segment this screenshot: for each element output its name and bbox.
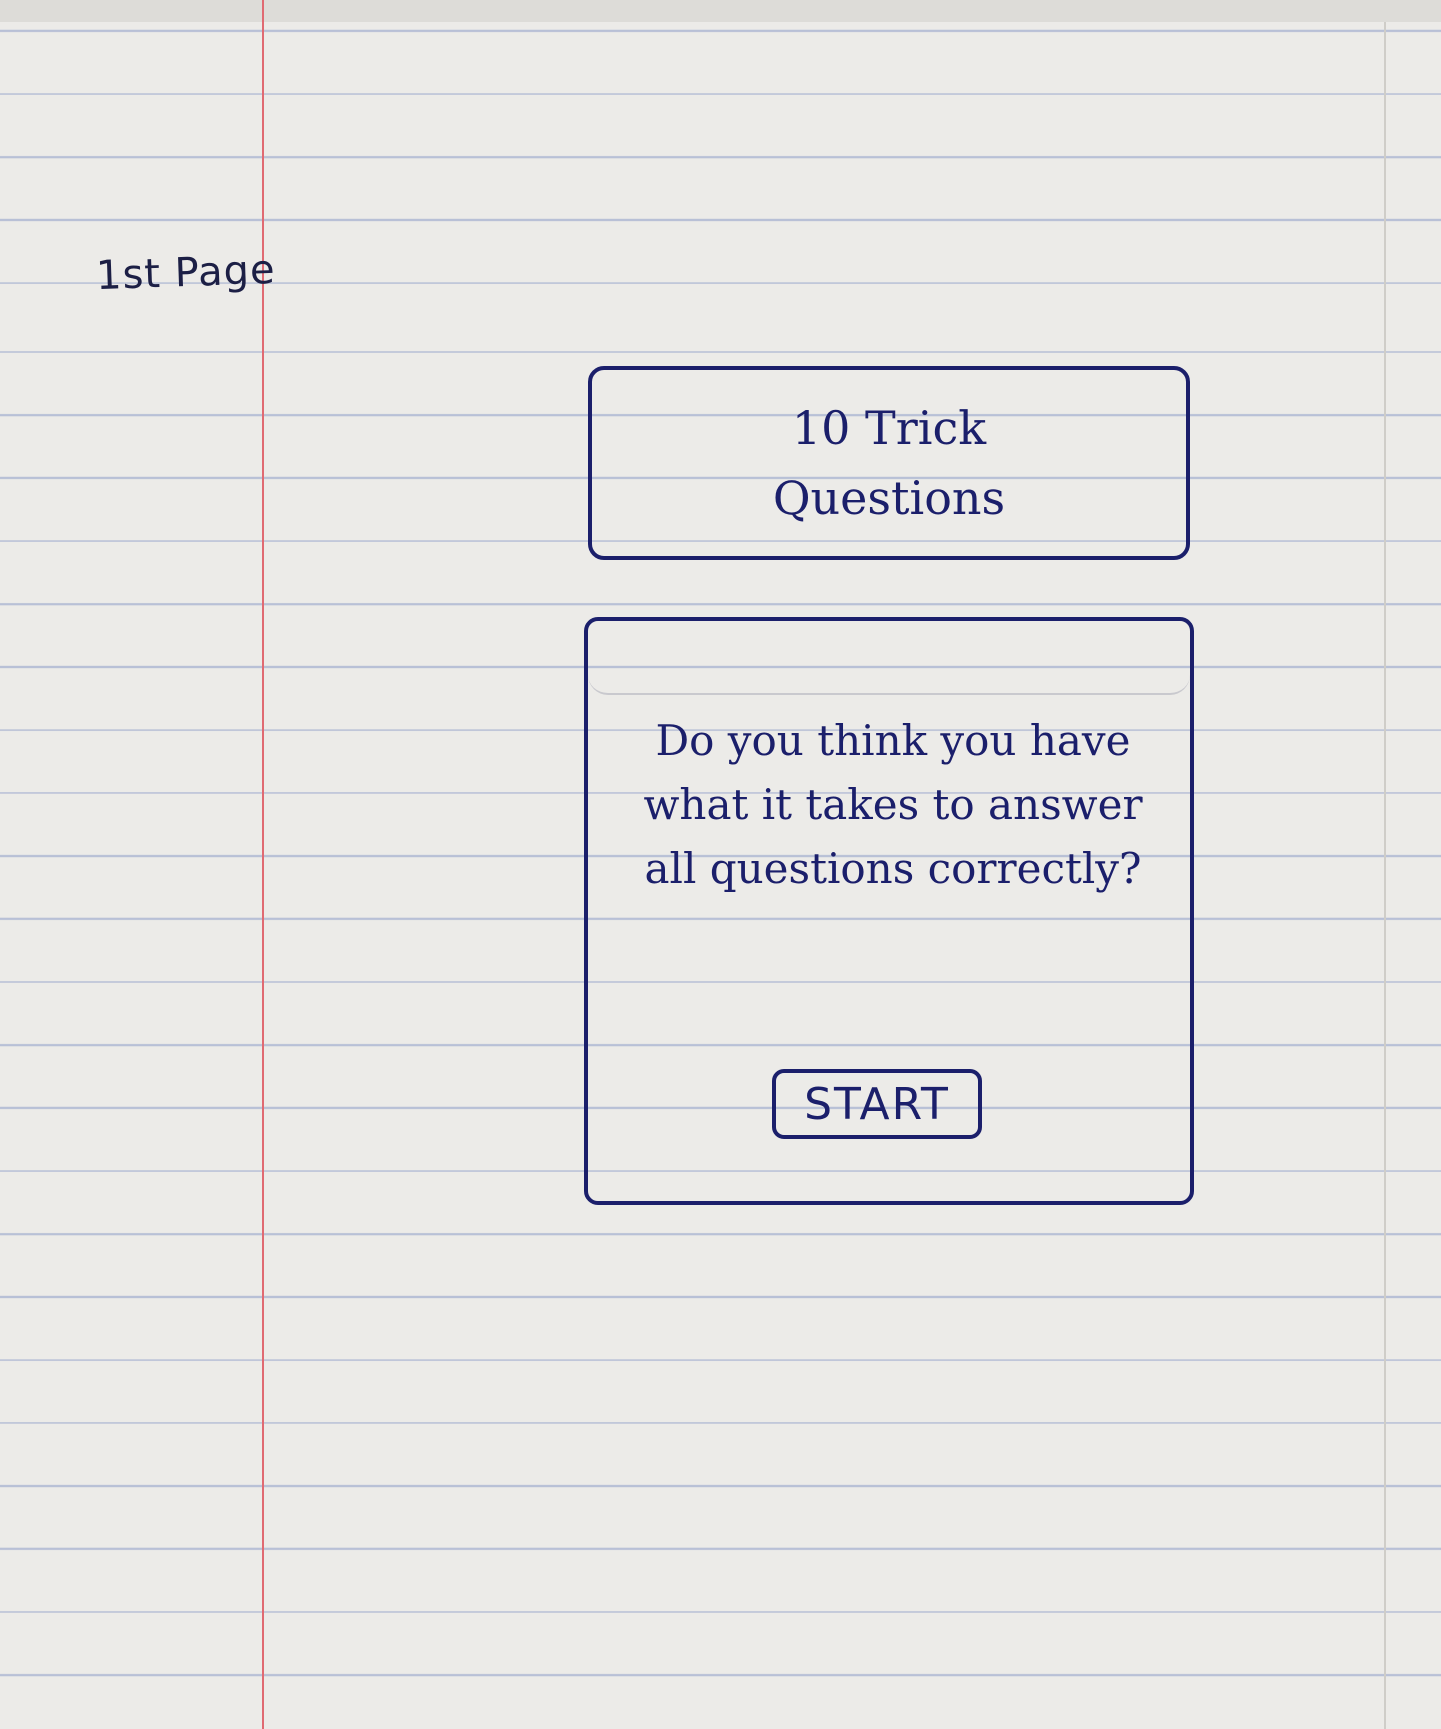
page-label: 1st Page — [95, 246, 277, 300]
card-header-strip — [588, 621, 1190, 695]
title-line-1: 10 Trick — [791, 401, 987, 455]
paper-right-edge — [1384, 22, 1386, 1729]
paper-top-edge — [0, 0, 1441, 22]
title-line-2: Questions — [772, 471, 1006, 525]
title-card: 10 Trick Questions — [588, 366, 1190, 560]
intro-card: Do you think you have what it takes to a… — [584, 617, 1194, 1205]
start-button[interactable]: START — [772, 1069, 982, 1139]
intro-prompt: Do you think you have what it takes to a… — [643, 716, 1143, 893]
